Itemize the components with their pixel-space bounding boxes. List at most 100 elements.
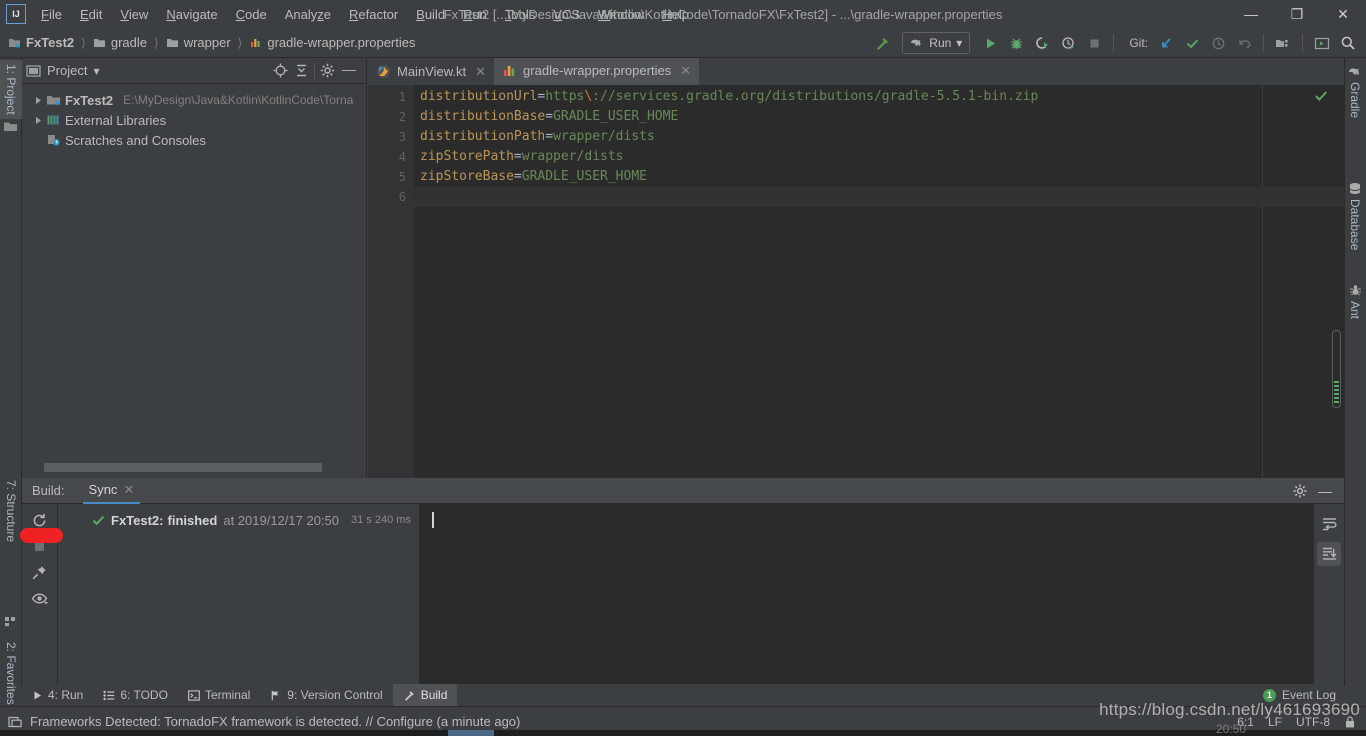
eye-icon[interactable]: [31, 591, 49, 607]
sidebar-item-project[interactable]: 1: Project: [0, 60, 22, 119]
ide-settings-icon[interactable]: [1310, 31, 1334, 55]
menu-item-analyze[interactable]: Analyze: [276, 3, 340, 26]
profile-button[interactable]: [1056, 31, 1080, 55]
tree-item-fxtest2[interactable]: FxTest2 E:\MyDesign\Java&Kotlin\KotlinCo…: [22, 90, 366, 110]
editor-scrollbar[interactable]: [1330, 330, 1342, 410]
refresh-icon[interactable]: [31, 512, 48, 529]
toolbar-divider: [1302, 34, 1303, 52]
menu-item-file[interactable]: FFileile: [32, 3, 71, 26]
menu-item-tools[interactable]: Tools: [496, 3, 544, 26]
gear-icon[interactable]: [319, 62, 336, 79]
maximize-window-button[interactable]: ❐: [1274, 0, 1320, 28]
project-structure-icon[interactable]: [1271, 31, 1295, 55]
tab-sync[interactable]: Sync ✕: [82, 478, 141, 504]
build-console[interactable]: [420, 504, 1344, 686]
commit-button[interactable]: [1180, 31, 1204, 55]
menu-item-run[interactable]: Run: [454, 3, 496, 26]
soft-wrap-icon[interactable]: [1317, 512, 1341, 536]
line-number: 4: [398, 150, 406, 164]
sidebar-item-gradle[interactable]: Gradle: [1344, 62, 1366, 122]
tab-mainview-kt[interactable]: MainView.kt ✕: [368, 58, 494, 85]
breadcrumb-item-project[interactable]: FxTest2: [8, 35, 74, 50]
editor-scrollbar-thumb[interactable]: [1332, 330, 1341, 408]
status-message[interactable]: Frameworks Detected: TornadoFX framework…: [30, 714, 520, 729]
scroll-to-end-icon[interactable]: [1317, 542, 1341, 566]
update-project-button[interactable]: [1154, 31, 1178, 55]
event-log-area[interactable]: 1 Event Log: [1262, 688, 1344, 702]
expand-arrow-icon[interactable]: [30, 96, 46, 105]
rollback-button[interactable]: [1232, 31, 1256, 55]
sidebar-item-structure[interactable]: 7: Structure: [0, 476, 22, 546]
crosshair-icon[interactable]: [272, 62, 289, 79]
menu-item-view[interactable]: View: [111, 3, 157, 26]
debug-button[interactable]: [1004, 31, 1028, 55]
close-window-button[interactable]: ✕: [1320, 0, 1366, 28]
minimize-icon[interactable]: —: [1318, 483, 1332, 499]
menu-item-edit[interactable]: Edit: [71, 3, 111, 26]
sidebar-item-database[interactable]: Database: [1344, 178, 1366, 254]
tab-gradle-wrapper-properties[interactable]: gradle-wrapper.properties ✕: [494, 58, 700, 85]
hammer-icon[interactable]: [870, 31, 894, 55]
property-key: distributionUrl: [420, 89, 538, 104]
bottom-tab-label: 9: Version Control: [287, 688, 383, 702]
project-tree: FxTest2 E:\MyDesign\Java&Kotlin\KotlinCo…: [22, 84, 366, 150]
stop-button[interactable]: [1082, 31, 1106, 55]
file-encoding[interactable]: UTF-8: [1296, 715, 1330, 729]
pin-icon[interactable]: [31, 564, 48, 581]
build-panel-label: Build:: [32, 483, 65, 498]
history-button[interactable]: [1206, 31, 1230, 55]
breadcrumb-item-gradle[interactable]: gradle: [93, 35, 147, 50]
close-icon[interactable]: ✕: [123, 482, 134, 498]
tree-item-external-libraries[interactable]: External Libraries: [22, 110, 366, 130]
sidebar-item-favorites[interactable]: 2: Favorites: [0, 638, 22, 709]
property-key: distributionPath: [420, 129, 546, 144]
breadcrumb-item-wrapper[interactable]: wrapper: [166, 35, 231, 50]
editor-content[interactable]: distributionUrl=https\://services.gradle…: [414, 85, 1344, 478]
sidebar-item-label: 2: Favorites: [4, 642, 18, 705]
sidebar-item-label: Gradle: [1348, 82, 1362, 119]
menu-item-window[interactable]: Window: [589, 3, 653, 26]
build-tree-item[interactable]: FxTest2: finished at 2019/12/17 20:50 31…: [58, 510, 419, 530]
close-icon[interactable]: ✕: [680, 63, 691, 79]
collapse-all-icon[interactable]: [293, 62, 310, 79]
lock-icon[interactable]: [1344, 715, 1356, 729]
terminal-icon: [188, 689, 200, 701]
project-panel-horizontal-scrollbar[interactable]: [22, 463, 367, 472]
menu-item-build[interactable]: Build: [407, 3, 454, 26]
bottom-tab-terminal[interactable]: Terminal: [178, 684, 260, 706]
line-separator[interactable]: LF: [1268, 715, 1282, 729]
event-log-label[interactable]: Event Log: [1282, 688, 1336, 702]
run-configuration-selector[interactable]: Run ▾: [902, 32, 971, 54]
menu-item-code[interactable]: Code: [227, 3, 276, 26]
red-annotation-oval: [20, 528, 63, 543]
expand-arrow-icon[interactable]: [30, 116, 46, 125]
minimize-window-button[interactable]: —: [1228, 0, 1274, 28]
ok-check-icon: [1314, 89, 1328, 103]
code-editor[interactable]: 1 2 3 4 5 6 distributionUrl=https\://ser…: [368, 85, 1344, 478]
bottom-tab-label: Build: [420, 688, 448, 702]
gear-icon[interactable]: [1292, 483, 1308, 499]
menu-item-help[interactable]: Help: [653, 3, 698, 26]
left-tool-strip: 1: Project 7: Structure 2: Favorites ★: [0, 58, 22, 736]
minimize-icon[interactable]: —: [340, 61, 362, 81]
tree-item-scratches-and-consoles[interactable]: Scratches and Consoles: [22, 130, 366, 150]
breadcrumb-item-file[interactable]: gradle-wrapper.properties: [249, 35, 415, 50]
run-button[interactable]: [978, 31, 1002, 55]
bottom-tab-label: Terminal: [204, 688, 251, 702]
bottom-tab-version-control[interactable]: 9: Version Control: [260, 684, 392, 706]
chevron-down-icon[interactable]: ▾: [93, 64, 99, 78]
property-value: wrapper/dists: [521, 149, 624, 164]
menu-item-navigate[interactable]: Navigate: [157, 3, 226, 26]
close-icon[interactable]: ✕: [475, 64, 486, 80]
code-line-current: [414, 187, 1344, 207]
sidebar-item-ant[interactable]: Ant: [1344, 280, 1366, 323]
menu-item-refactor[interactable]: Refactor: [340, 3, 407, 26]
run-with-coverage-button[interactable]: [1030, 31, 1054, 55]
menu-item-vcs[interactable]: VCS: [544, 3, 589, 26]
status-bar-right: 6:1 LF UTF-8: [1237, 715, 1366, 729]
search-icon[interactable]: [1336, 31, 1360, 55]
bottom-tab-build[interactable]: Build: [392, 684, 458, 706]
bottom-tab-todo[interactable]: 6: TODO: [93, 684, 178, 706]
bottom-tab-run[interactable]: 4: Run: [22, 684, 93, 706]
toolbar-divider: [1113, 34, 1115, 52]
